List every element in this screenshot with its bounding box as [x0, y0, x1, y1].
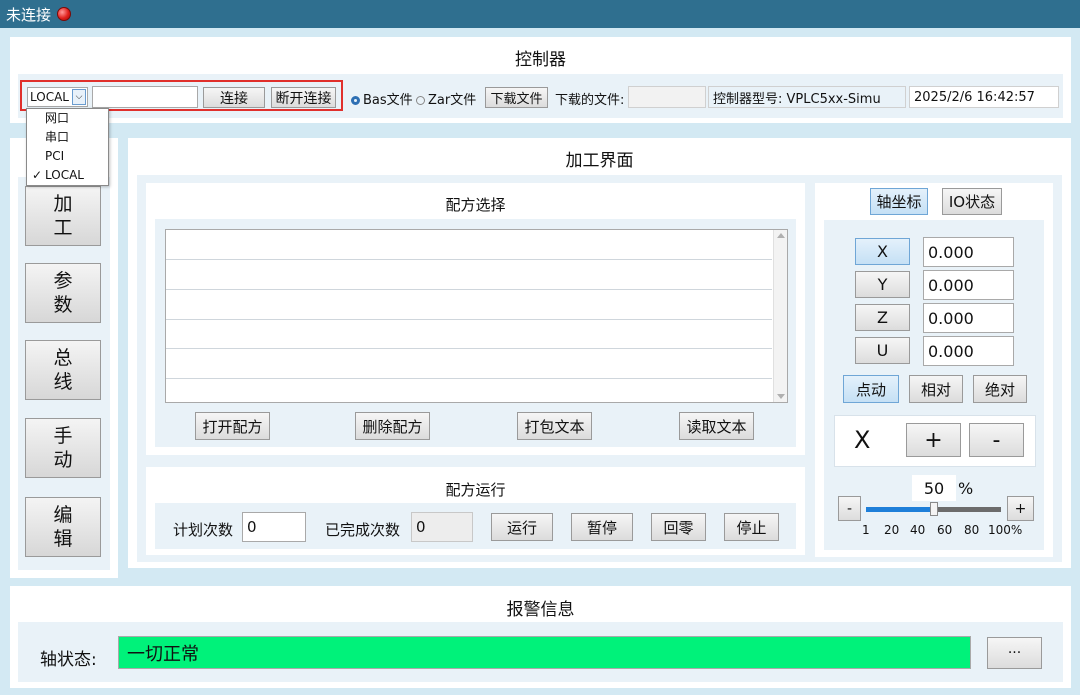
alarm-title: 报警信息: [506, 600, 575, 620]
recipe-list-row-line: [166, 319, 772, 320]
recipe-select-title: 配方选择: [445, 196, 506, 214]
jog-axis-label: X: [854, 426, 871, 454]
axis-x-value: 0.000: [923, 237, 1014, 267]
connection-type-dropdown: 网口 串口 PCI ✓ LOCAL: [26, 108, 109, 186]
slider-tick: 100%: [988, 523, 1023, 537]
speed-slider-fill: [866, 507, 934, 512]
downloaded-file-field: [628, 86, 706, 108]
slider-tick: 60: [937, 523, 953, 537]
dropdown-option-serial[interactable]: 串口: [27, 128, 108, 147]
axis-x-button[interactable]: X: [855, 238, 910, 265]
axis-status-bar: 一切正常: [118, 636, 971, 669]
axis-z-button[interactable]: Z: [855, 304, 910, 331]
speed-slider[interactable]: [866, 502, 1001, 516]
connect-button[interactable]: 连接: [203, 87, 265, 108]
tab-io-status[interactable]: IO状态: [942, 188, 1002, 215]
window-title: 未连接: [6, 5, 52, 24]
planned-count-input[interactable]: 0: [242, 512, 306, 542]
pause-button[interactable]: 暂停: [571, 513, 633, 541]
speed-increase-button[interactable]: +: [1007, 496, 1034, 521]
scroll-down-icon[interactable]: [777, 394, 785, 399]
stop-button[interactable]: 停止: [724, 513, 779, 541]
slider-tick: 40: [910, 523, 926, 537]
processing-title: 加工界面: [565, 151, 634, 171]
dropdown-option-local[interactable]: ✓ LOCAL: [27, 166, 108, 185]
axis-y-value: 0.000: [923, 270, 1014, 300]
slider-tick: 1: [862, 523, 870, 537]
zar-file-radio[interactable]: Zar文件: [416, 89, 476, 108]
jog-minus-button[interactable]: -: [969, 423, 1024, 457]
connection-type-value: LOCAL: [30, 90, 69, 104]
recipe-list[interactable]: [165, 229, 788, 403]
radio-empty-icon: [416, 96, 425, 105]
address-input[interactable]: [92, 86, 198, 108]
downloaded-file-label: 下载的文件:: [555, 93, 625, 108]
recipe-list-row-line: [166, 378, 772, 379]
jog-plus-button[interactable]: +: [906, 423, 961, 457]
connection-type-select[interactable]: LOCAL ⌵: [27, 87, 88, 107]
axis-y-button[interactable]: Y: [855, 271, 910, 298]
recipe-list-row-line: [166, 289, 772, 290]
controller-model-field: 控制器型号: VPLC5xx-Simu: [708, 86, 906, 108]
absolute-mode-button[interactable]: 绝对: [973, 375, 1027, 403]
recipe-list-row-line: [166, 259, 772, 260]
title-bar: 未连接: [0, 0, 1080, 28]
completed-count-label: 已完成次数: [325, 521, 401, 539]
speed-slider-thumb[interactable]: [930, 502, 938, 516]
tab-axis-coordinates[interactable]: 轴坐标: [870, 188, 928, 215]
delete-recipe-button[interactable]: 删除配方: [355, 412, 430, 440]
run-button[interactable]: 运行: [491, 513, 553, 541]
radio-selected-icon: [351, 96, 360, 105]
bas-file-radio[interactable]: Bas文件: [351, 89, 413, 108]
slider-tick: 20: [884, 523, 900, 537]
sidebar-item-processing[interactable]: 加工: [25, 186, 101, 246]
scroll-up-icon[interactable]: [777, 233, 785, 238]
recipe-list-row-line: [166, 348, 772, 349]
download-file-button[interactable]: 下载文件: [485, 87, 548, 108]
open-recipe-button[interactable]: 打开配方: [195, 412, 270, 440]
axis-status-label: 轴状态:: [40, 650, 97, 670]
read-text-button[interactable]: 读取文本: [679, 412, 754, 440]
recipe-run-title: 配方运行: [445, 481, 506, 499]
completed-count-field: 0: [411, 512, 473, 542]
connection-status-icon: [57, 7, 72, 21]
disconnect-button[interactable]: 断开连接: [271, 87, 336, 108]
recipe-list-scrollbar[interactable]: [773, 230, 787, 402]
sidebar-item-edit[interactable]: 编辑: [25, 497, 101, 557]
speed-unit: %: [958, 479, 974, 498]
axis-u-value: 0.000: [923, 336, 1014, 366]
axis-z-value: 0.000: [923, 303, 1014, 333]
chevron-down-icon: ⌵: [72, 89, 86, 105]
alarm-more-button[interactable]: ···: [987, 637, 1042, 669]
datetime-field: 2025/2/6 16:42:57: [909, 86, 1059, 108]
check-icon: ✓: [32, 168, 43, 182]
speed-decrease-button[interactable]: -: [838, 496, 861, 521]
jog-mode-button[interactable]: 点动: [843, 375, 899, 403]
sidebar-item-manual[interactable]: 手动: [25, 418, 101, 478]
sidebar-item-parameters[interactable]: 参数: [25, 263, 101, 323]
sidebar-item-bus[interactable]: 总线: [25, 340, 101, 400]
axis-u-button[interactable]: U: [855, 337, 910, 364]
home-button[interactable]: 回零: [651, 513, 706, 541]
dropdown-option-network[interactable]: 网口: [27, 109, 108, 128]
controller-title: 控制器: [515, 50, 566, 70]
planned-count-label: 计划次数: [173, 521, 234, 539]
pack-text-button[interactable]: 打包文本: [517, 412, 592, 440]
speed-slider-ticks: 1 20 40 60 80 100%: [860, 523, 1026, 539]
speed-value: 50: [912, 475, 956, 501]
dropdown-option-pci[interactable]: PCI: [27, 147, 108, 166]
slider-tick: 80: [964, 523, 980, 537]
relative-mode-button[interactable]: 相对: [909, 375, 963, 403]
